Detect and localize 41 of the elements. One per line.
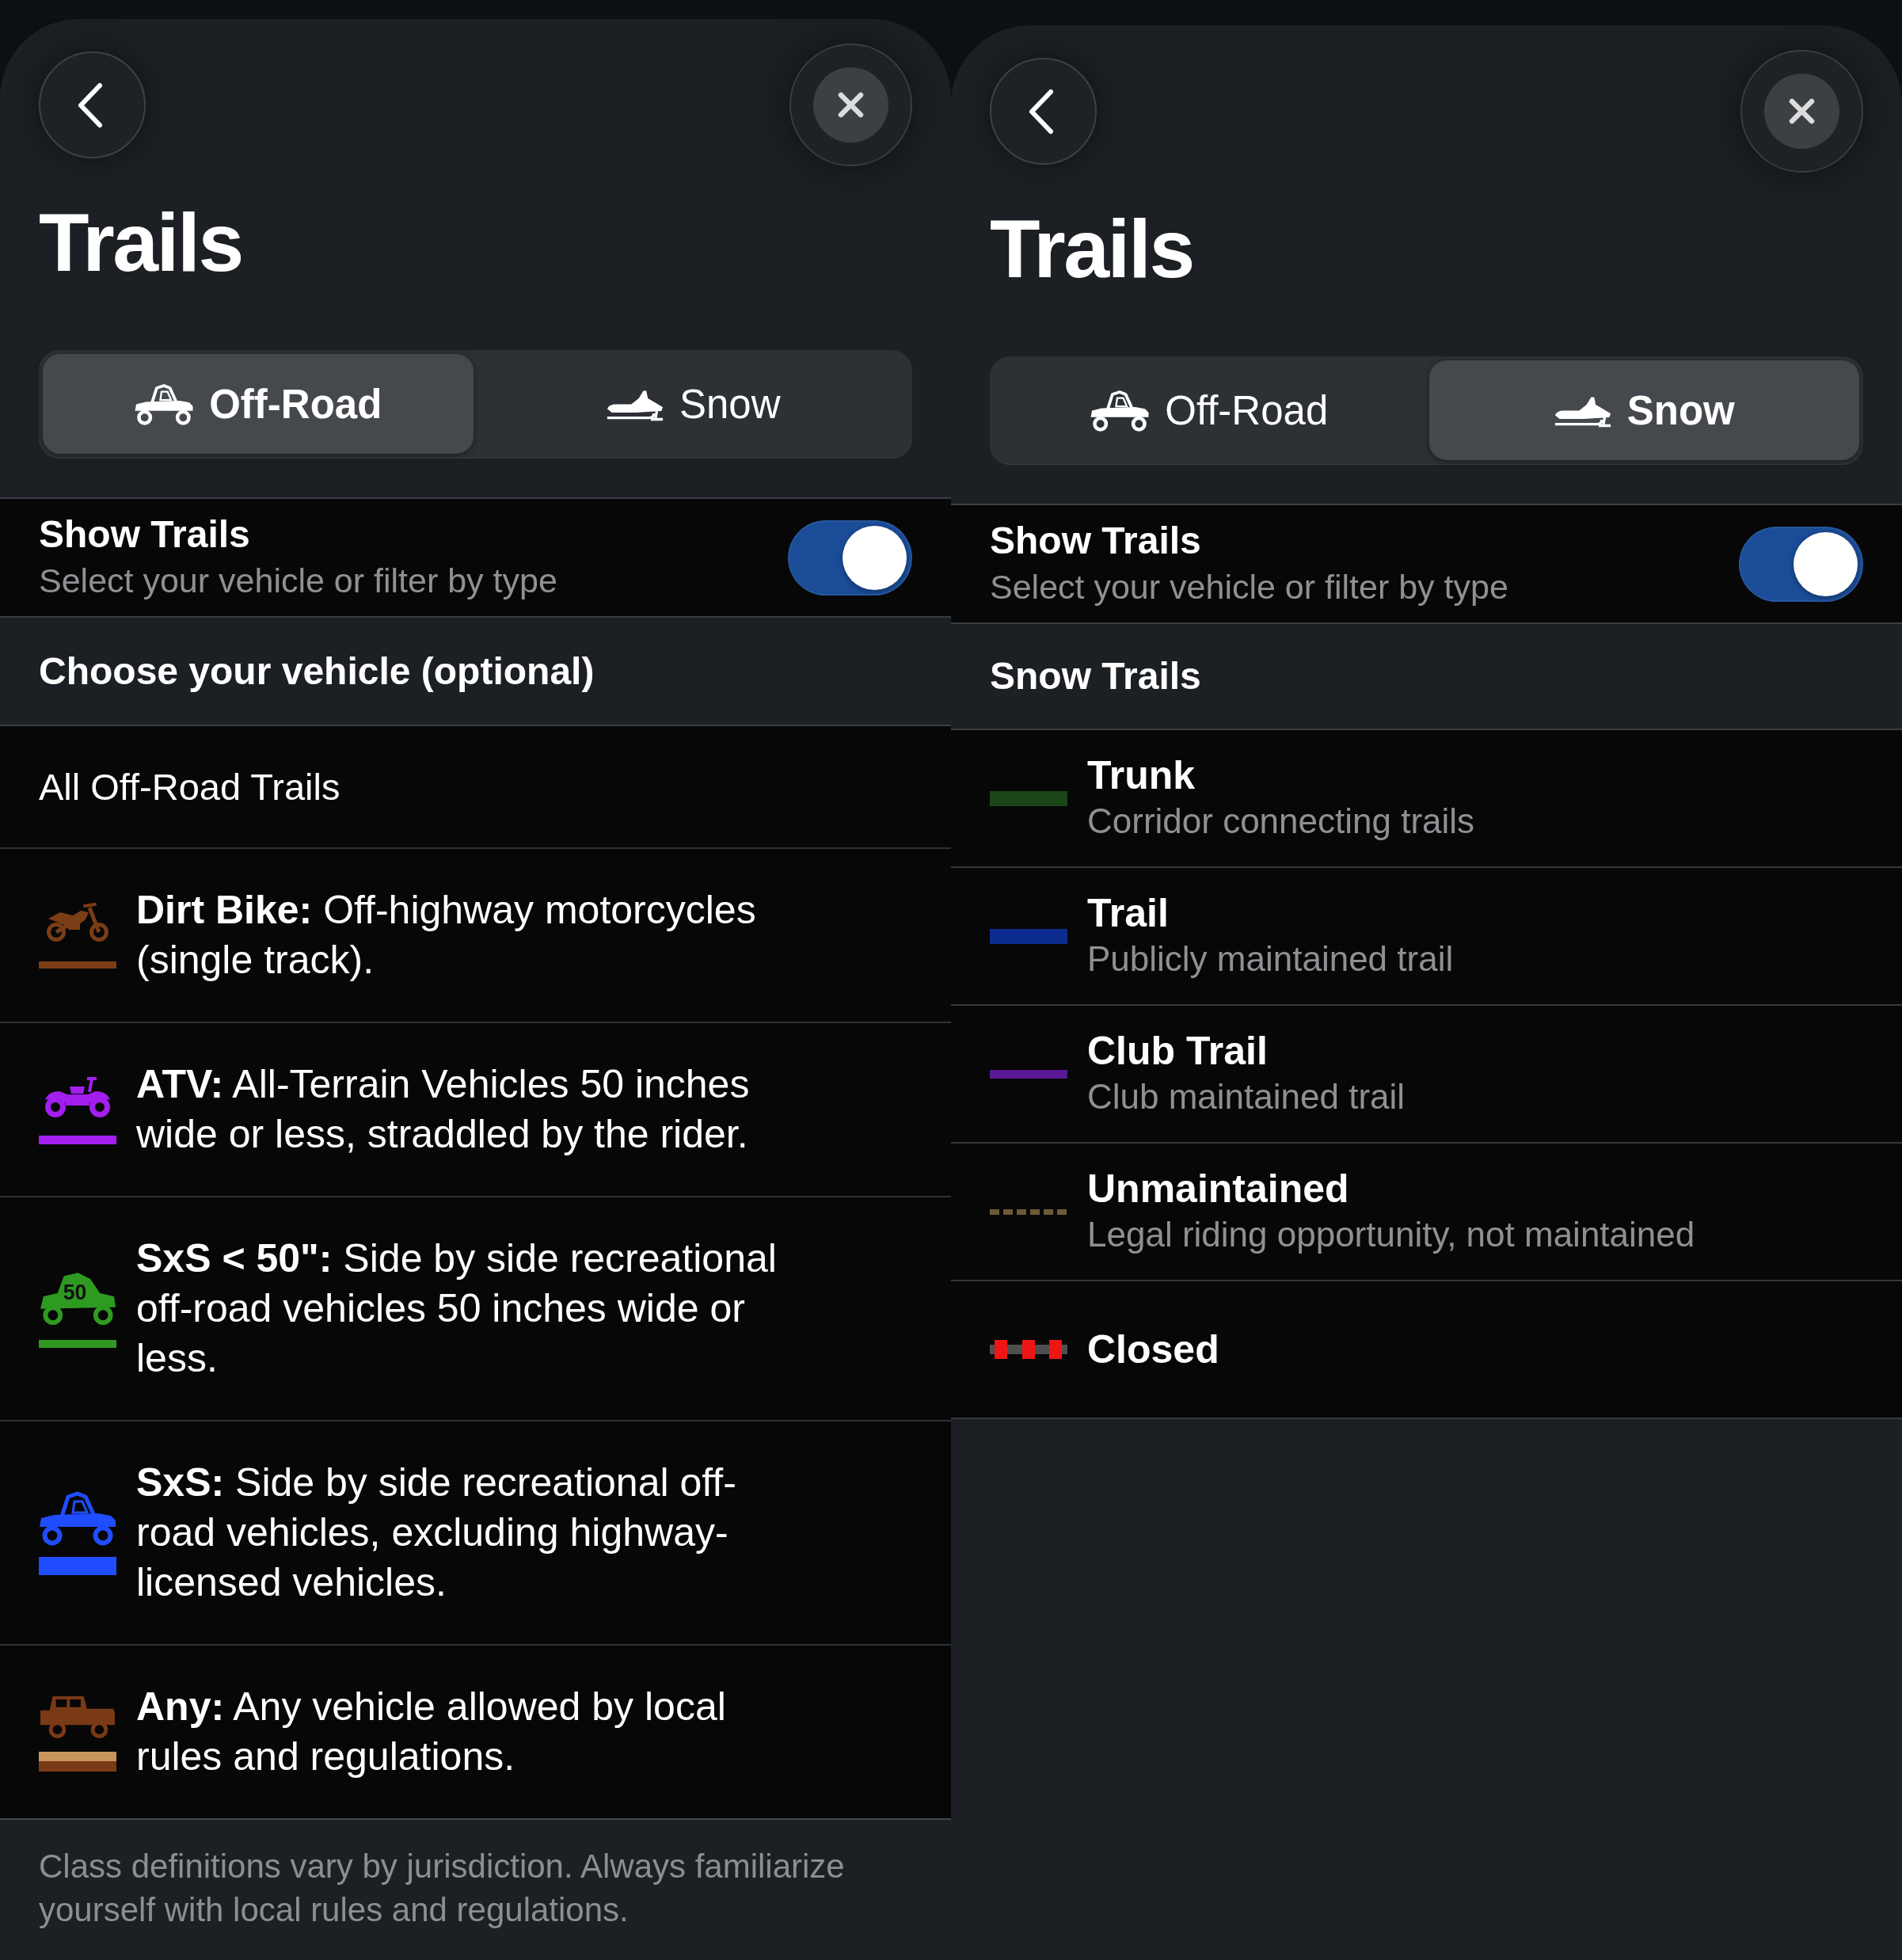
legend-name: Trail: [1087, 890, 1170, 936]
option-description: ATV: All-Terrain Vehicles 50 inches wide or less, straddled by the rider.: [136, 1061, 751, 1158]
back-icon: [77, 82, 103, 128]
option-description: SxS < 50": Side by side recreational off-road vehicles 50 inches wide or less.: [136, 1235, 778, 1382]
legend-description: Corridor connecting trails: [1087, 801, 1475, 842]
close-icon: [1764, 74, 1839, 149]
legend-description: Club maintained trail: [1087, 1076, 1406, 1117]
option-description: Any: Any vehicle allowed by local rules and regulations.: [136, 1684, 727, 1780]
legend-description: Legal riding opportunity, not maintained: [1087, 1214, 1695, 1255]
setting-description: Select your vehicle or filter by type: [39, 561, 557, 601]
dirt-bike-icon: [44, 902, 111, 942]
legend-description: Publicly maintained trail: [1087, 938, 1454, 980]
segment-tab[interactable]: Snow: [1428, 360, 1859, 460]
legend-name: Closed: [1087, 1326, 1219, 1372]
segment-tab[interactable]: Off-Road: [43, 354, 474, 454]
quad-bike-icon: [44, 1075, 112, 1118]
segment-tab[interactable]: Snow: [477, 354, 908, 454]
legend-name: Unmaintained: [1087, 1166, 1350, 1212]
side-by-side-icon: [38, 1490, 117, 1546]
legend-name: Trunk: [1087, 752, 1196, 798]
option-description: Dirt Bike: Off-highway motorcycles (single track).: [136, 887, 757, 984]
side-by-side-icon: [1090, 388, 1151, 432]
option-description: SxS: Side by side recreational off-road vehicles, excluding highway-licensed vehicles.: [136, 1460, 737, 1606]
legend-name: Club Trail: [1087, 1028, 1269, 1074]
vehicle-option[interactable]: 50 SxS < 50": Side by side recreational off-road vehicles 50 inches wide or less.: [0, 1197, 951, 1421]
segment-tab[interactable]: Off-Road: [994, 360, 1425, 460]
sheet-title: Trails: [990, 202, 1193, 296]
setting-title: Show Trails: [39, 512, 251, 557]
vehicle-option[interactable]: All Off-Road Trails: [0, 726, 951, 849]
side-by-side-icon: [134, 382, 195, 426]
vehicle-option[interactable]: ATV: All-Terrain Vehicles 50 inches wide or less, straddled by the rider.: [0, 1023, 951, 1197]
vehicle-option[interactable]: SxS: Side by side recreational off-road vehicles, excluding highway-licensed vehicles.: [0, 1421, 951, 1646]
vehicle-option[interactable]: Dirt Bike: Off-highway motorcycles (single track).: [0, 849, 951, 1023]
section-heading: Snow Trails: [990, 654, 1201, 698]
close-icon: [813, 67, 888, 143]
vehicle-option[interactable]: Any: Any vehicle allowed by local rules and regulations.: [0, 1646, 951, 1820]
setting-title: Show Trails: [990, 519, 1202, 563]
sheet-title: Trails: [39, 196, 242, 290]
section-heading: Choose your vehicle (optional): [39, 649, 595, 694]
back-icon: [1028, 88, 1054, 135]
setting-description: Select your vehicle or filter by type: [990, 567, 1508, 607]
